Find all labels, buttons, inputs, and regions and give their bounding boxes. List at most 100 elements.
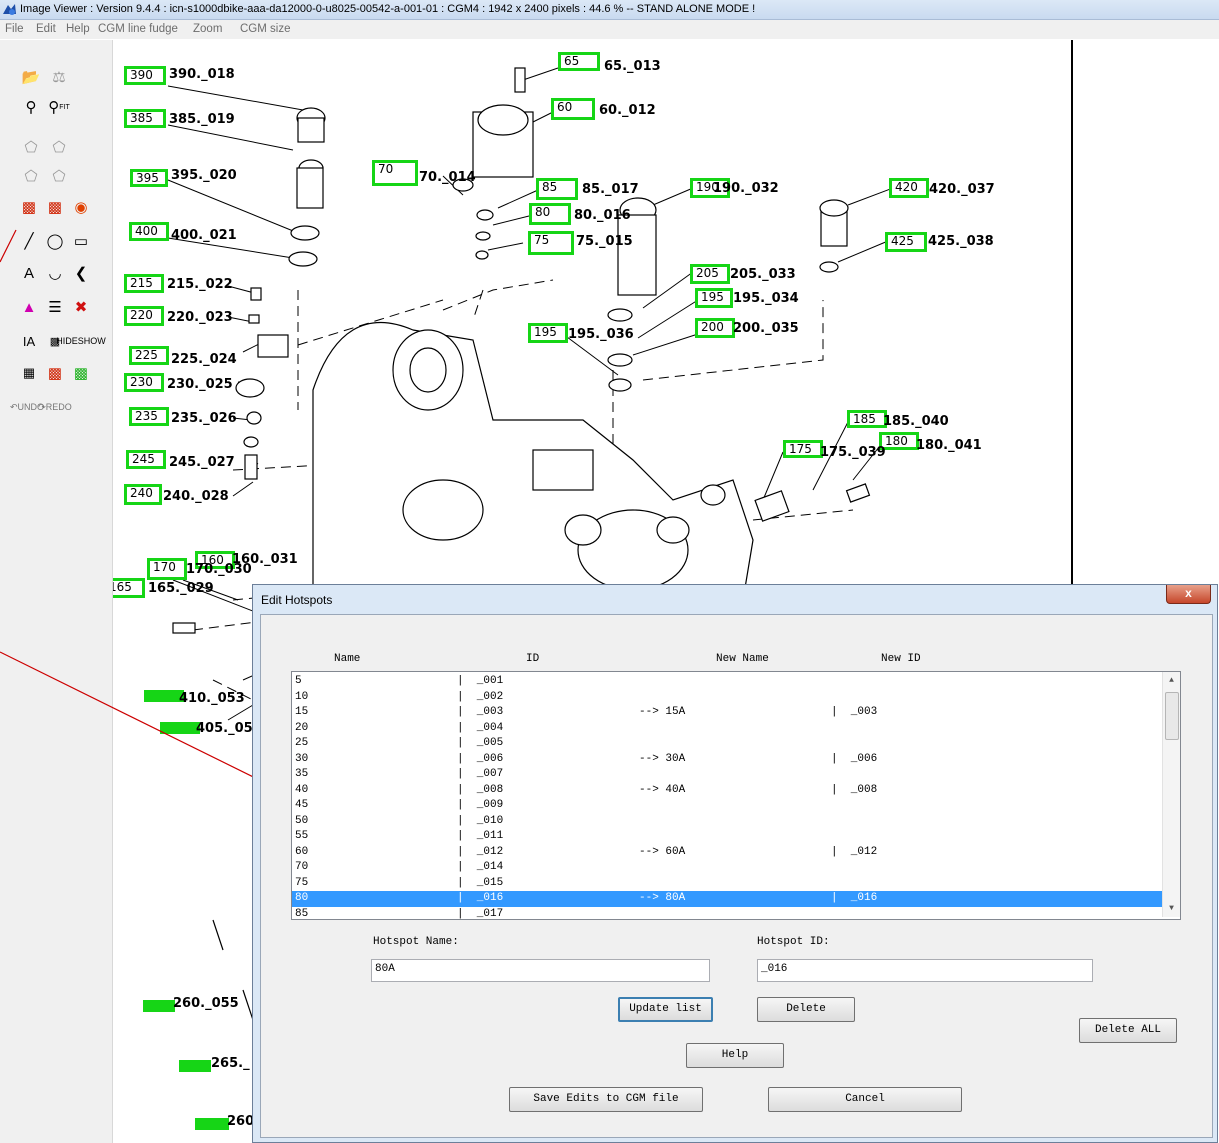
- hotspot-box-385[interactable]: 385: [124, 109, 166, 128]
- hotspot-box-80[interactable]: 80: [529, 203, 571, 225]
- list-row[interactable]: 60 | _012 --> 60A | _012: [292, 845, 1162, 861]
- list-row[interactable]: 40 | _008 --> 40A | _008: [292, 783, 1162, 799]
- callout-label: 70._014: [419, 170, 476, 185]
- cube-step2-icon[interactable]: ⬠: [48, 165, 70, 187]
- hotspot-name-input[interactable]: 80A: [371, 959, 710, 982]
- menu-cgm-size[interactable]: CGM size: [240, 23, 290, 35]
- list-cell-new-name: --> 80A: [639, 892, 686, 904]
- polygon-icon[interactable]: ◡: [44, 262, 66, 284]
- list-row[interactable]: 10 | _002: [292, 690, 1162, 706]
- arrow-icon[interactable]: ❮: [70, 262, 92, 284]
- line-icon[interactable]: ╱: [18, 230, 40, 252]
- list-row[interactable]: 45 | _009: [292, 798, 1162, 814]
- hotspot-list-icon[interactable]: ▩: [70, 362, 92, 384]
- menu-zoom[interactable]: Zoom: [193, 23, 222, 35]
- close-button[interactable]: x: [1166, 585, 1211, 604]
- hotspot-box-405[interactable]: 405: [160, 722, 200, 734]
- hotspot-box-265[interactable]: 265: [179, 1060, 211, 1072]
- menu-cgm-line-fudge[interactable]: CGM line fudge: [98, 23, 178, 35]
- scroll-thumb[interactable]: [1165, 692, 1179, 740]
- callout-label: 405._05: [196, 721, 253, 736]
- hide-show-icon[interactable]: HIDE SHOW: [56, 330, 106, 352]
- hotspot-box-205[interactable]: 205: [690, 264, 730, 284]
- redo-button[interactable]: ↷ REDO: [38, 396, 72, 418]
- cube-rotate-icon[interactable]: ⬠: [48, 136, 70, 158]
- list-row[interactable]: 25 | _005: [292, 736, 1162, 752]
- undo-button[interactable]: ↶ UNDO: [10, 396, 44, 418]
- delete-all-button[interactable]: Delete ALL: [1079, 1018, 1177, 1043]
- scroll-up-icon[interactable]: ▲: [1163, 672, 1180, 689]
- list-row[interactable]: 75 | _015: [292, 876, 1162, 892]
- text-icon[interactable]: A: [18, 262, 40, 284]
- update-list-button[interactable]: Update list: [618, 997, 713, 1022]
- cube-icon[interactable]: ⬠: [20, 136, 42, 158]
- hotspot-box-260[interactable]: 260: [143, 1000, 175, 1012]
- hotspot-box-195-b[interactable]: 195: [528, 323, 568, 343]
- hotspot-box-215[interactable]: 215: [124, 274, 164, 293]
- hotspot-target-icon[interactable]: ◉: [70, 196, 92, 218]
- list-row[interactable]: 50 | _010: [292, 814, 1162, 830]
- hotspot-box-185[interactable]: 185: [847, 410, 887, 428]
- hotspot-box-245[interactable]: 245: [126, 450, 166, 469]
- hotspot-grid-icon[interactable]: ▩: [44, 362, 66, 384]
- list-row[interactable]: 20 | _004: [292, 721, 1162, 737]
- hotspot-box-195[interactable]: 195: [695, 288, 733, 308]
- open-folder-icon[interactable]: 📂: [20, 66, 42, 88]
- list-row[interactable]: 80 | _016 --> 80A | _016: [292, 891, 1162, 907]
- hotspot-box-225[interactable]: 225: [129, 346, 169, 365]
- hotspot-box-230[interactable]: 230: [124, 373, 164, 392]
- list-row[interactable]: 15 | _003 --> 15A | _003: [292, 705, 1162, 721]
- zoom-fit-icon[interactable]: ⚲ FIT: [48, 96, 70, 118]
- cancel-button[interactable]: Cancel: [768, 1087, 962, 1112]
- help-button[interactable]: Help: [686, 1043, 784, 1068]
- hotspot-box-60[interactable]: 60: [551, 98, 595, 120]
- text-size-icon[interactable]: IA: [18, 330, 40, 352]
- list-row[interactable]: 85 | _017: [292, 907, 1162, 920]
- menu-file[interactable]: File: [5, 23, 24, 35]
- zoom-icon[interactable]: ⚲: [20, 96, 42, 118]
- list-row[interactable]: 70 | _014: [292, 860, 1162, 876]
- grid-icon[interactable]: ▦: [18, 362, 40, 384]
- menu-edit[interactable]: Edit: [36, 23, 56, 35]
- scroll-down-icon[interactable]: ▼: [1163, 900, 1180, 917]
- hotspot-box-235[interactable]: 235: [129, 407, 169, 426]
- hotspot-box-70[interactable]: 70: [372, 160, 418, 186]
- color-fill-icon[interactable]: ▲: [18, 296, 40, 318]
- hotspot-box-165[interactable]: 165: [113, 578, 145, 598]
- delete-button[interactable]: Delete: [757, 997, 855, 1022]
- hotspot-id-input[interactable]: _016: [757, 959, 1093, 982]
- line-weight-icon[interactable]: ☰: [44, 296, 66, 318]
- menu-help[interactable]: Help: [66, 23, 90, 35]
- hotspot-box-220[interactable]: 220: [124, 306, 164, 326]
- list-row[interactable]: 30 | _006 --> 30A | _006: [292, 752, 1162, 768]
- hotspot-box-400[interactable]: 400: [129, 222, 169, 241]
- hotspot-box-170[interactable]: 170: [147, 558, 187, 580]
- hotspot-box-75[interactable]: 75: [528, 231, 574, 255]
- list-scrollbar[interactable]: ▲ ▼: [1162, 672, 1180, 917]
- hotspot-box-175[interactable]: 175: [783, 440, 823, 458]
- hotspot-edit-icon[interactable]: ▩: [44, 196, 66, 218]
- scale-icon[interactable]: ⚖: [48, 66, 70, 88]
- hotspot-box-260-b[interactable]: 260: [195, 1118, 229, 1130]
- hotspot-box-420[interactable]: 420: [889, 178, 929, 198]
- hotspot-box-390[interactable]: 390: [124, 66, 166, 85]
- hotspot-box-240[interactable]: 240: [124, 484, 162, 505]
- rectangle-icon[interactable]: ▭: [70, 230, 92, 252]
- hotspot-box-395[interactable]: 395: [130, 169, 168, 187]
- hotspot-box-65[interactable]: 65: [558, 52, 600, 71]
- column-header-new-name: New Name: [716, 653, 769, 665]
- ellipse-icon[interactable]: ◯: [44, 230, 66, 252]
- list-row[interactable]: 5 | _001: [292, 674, 1162, 690]
- hotspot-box-85[interactable]: 85: [536, 178, 578, 200]
- delete-x-icon[interactable]: ✖: [70, 296, 92, 318]
- list-row[interactable]: 35 | _007: [292, 767, 1162, 783]
- hotspot-box-200[interactable]: 200: [695, 318, 735, 338]
- list-row[interactable]: 55 | _011: [292, 829, 1162, 845]
- callout-label: 170._030: [186, 562, 252, 577]
- cube-step-icon[interactable]: ⬠: [20, 165, 42, 187]
- save-edits-button[interactable]: Save Edits to CGM file: [509, 1087, 703, 1112]
- hotspot-icon[interactable]: ▩: [18, 196, 40, 218]
- hotspot-list[interactable]: 5 | _001 10 | _002 15 | _003 --> 15A | _003 20 | …: [291, 671, 1181, 920]
- hotspot-box-425[interactable]: 425: [885, 232, 927, 252]
- hotspot-box-410[interactable]: 410: [144, 690, 184, 702]
